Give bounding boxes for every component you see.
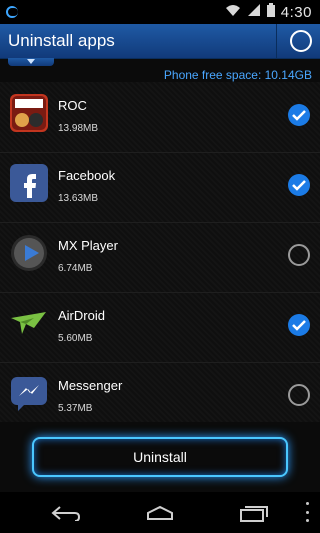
app-name: ROC	[58, 98, 87, 113]
wifi-icon	[225, 3, 241, 22]
page-title: Uninstall apps	[8, 31, 115, 50]
overflow-menu-icon[interactable]	[306, 502, 310, 522]
action-bar: Uninstall	[0, 422, 320, 492]
roc-app-icon	[10, 94, 48, 132]
signal-icon	[247, 3, 261, 22]
header-divider	[276, 24, 277, 58]
app-checkbox[interactable]	[288, 104, 310, 126]
mx-player-app-icon	[10, 234, 48, 272]
app-size: 5.37MB	[58, 403, 93, 414]
app-header: Uninstall apps	[0, 24, 320, 59]
dropdown-tab[interactable]	[8, 58, 54, 66]
uninstall-button[interactable]: Uninstall	[32, 437, 288, 477]
facebook-app-icon	[10, 164, 48, 202]
clock: 4:30	[280, 3, 312, 21]
app-checkbox[interactable]	[288, 314, 310, 336]
messenger-app-icon	[10, 374, 48, 412]
app-checkbox[interactable]	[288, 384, 310, 406]
app-notification-icon	[0, 0, 24, 24]
app-name: MX Player	[58, 238, 118, 253]
app-name: Facebook	[58, 168, 116, 183]
chevron-down-icon	[27, 59, 35, 64]
app-checkbox[interactable]	[288, 244, 310, 266]
app-name: Messenger	[58, 378, 123, 393]
list-item[interactable]: Facebook 13.63MB	[0, 152, 320, 223]
select-all-checkbox[interactable]	[290, 30, 312, 52]
check-icon	[292, 180, 306, 191]
app-size: 13.98MB	[58, 123, 99, 134]
check-icon	[292, 320, 306, 331]
app-name: AirDroid	[58, 308, 105, 323]
list-item[interactable]: ROC 13.98MB	[0, 82, 320, 153]
app-list[interactable]: ROC 13.98MB Facebook 13.63MB MX Player 6…	[0, 82, 320, 422]
list-item[interactable]: Messenger 5.37MB	[0, 362, 320, 422]
back-icon[interactable]	[48, 500, 84, 526]
recents-icon[interactable]	[236, 500, 272, 526]
status-bar: 4:30	[0, 0, 320, 24]
system-navigation-bar	[0, 492, 320, 533]
app-size: 13.63MB	[58, 193, 99, 204]
app-checkbox[interactable]	[288, 174, 310, 196]
app-size: 6.74MB	[58, 263, 93, 274]
home-icon[interactable]	[142, 500, 178, 526]
list-item[interactable]: MX Player 6.74MB	[0, 222, 320, 293]
list-item[interactable]: AirDroid 5.60MB	[0, 292, 320, 363]
battery-icon	[266, 2, 275, 22]
free-space-label: Phone free space: 10.14GB	[163, 68, 312, 82]
airdroid-app-icon	[10, 304, 48, 342]
check-icon	[292, 110, 306, 121]
app-size: 5.60MB	[58, 333, 93, 344]
